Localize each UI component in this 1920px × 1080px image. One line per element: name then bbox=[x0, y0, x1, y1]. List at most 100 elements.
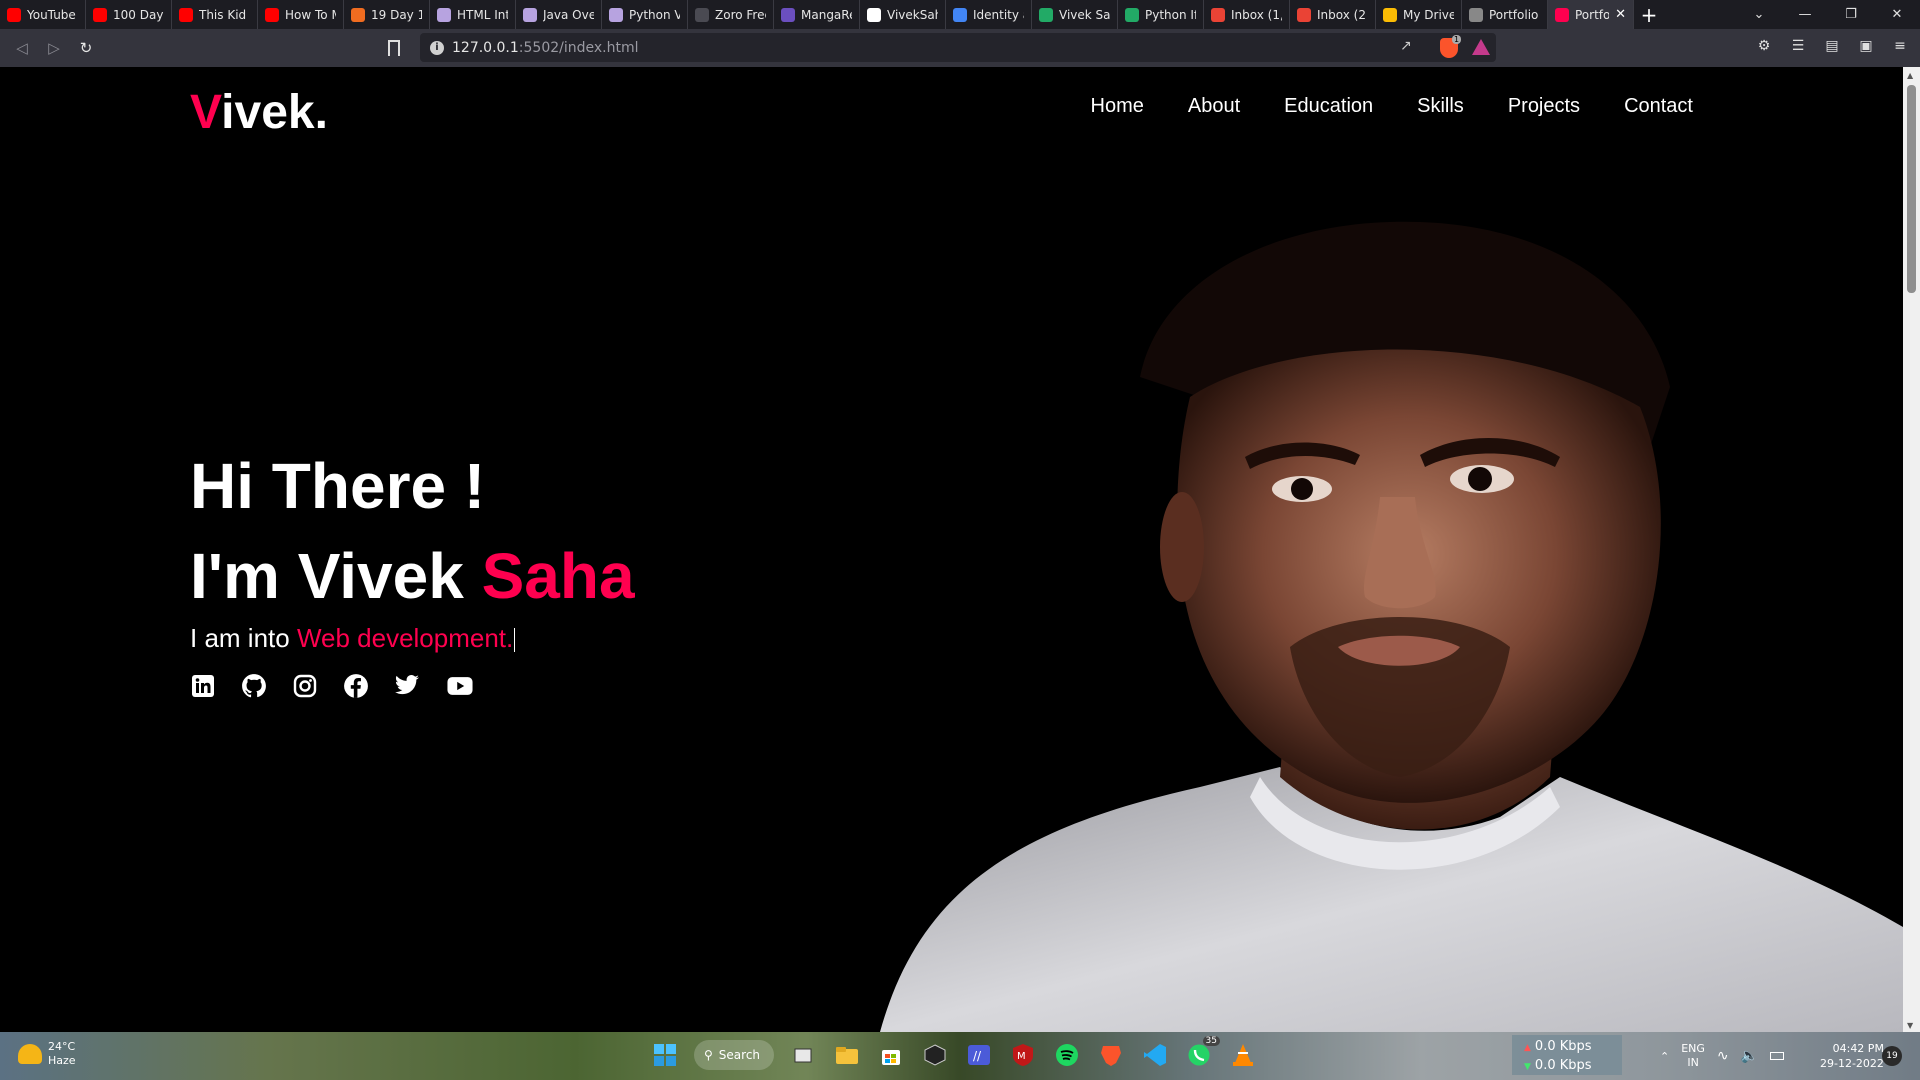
mindluster-icon bbox=[1125, 7, 1139, 22]
start-icon[interactable] bbox=[650, 1038, 680, 1072]
browser-tab[interactable]: VivekSah bbox=[860, 0, 946, 29]
file-explorer-icon[interactable] bbox=[832, 1038, 862, 1072]
whatsapp-icon[interactable]: 35 bbox=[1184, 1036, 1220, 1072]
globe-icon bbox=[523, 7, 537, 22]
social-links bbox=[190, 673, 498, 699]
volume-icon[interactable]: 🔈 bbox=[1741, 1048, 1758, 1064]
youtube-icon bbox=[179, 7, 193, 22]
browser-tab[interactable]: Vivek Sah bbox=[1032, 0, 1118, 29]
nav-home[interactable]: Home bbox=[1091, 95, 1144, 118]
close-window-button[interactable]: ✕ bbox=[1874, 0, 1920, 29]
system-tray: ⌃ ENG IN ∿ 🔈 bbox=[1660, 1042, 1785, 1070]
close-tab-icon[interactable]: ✕ bbox=[1615, 7, 1626, 22]
lang-code: ENG bbox=[1681, 1042, 1705, 1055]
extensions-icon[interactable]: ⚙ bbox=[1754, 36, 1774, 56]
task-view-icon[interactable] bbox=[788, 1038, 818, 1072]
nav-skills[interactable]: Skills bbox=[1417, 95, 1464, 118]
search-label: Search bbox=[718, 1048, 761, 1062]
brave-browser-icon[interactable] bbox=[1096, 1038, 1126, 1072]
nav-education[interactable]: Education bbox=[1284, 95, 1373, 118]
browser-tab[interactable]: YouTube bbox=[0, 0, 86, 29]
net-down: 0.0 Kbps bbox=[1534, 1058, 1592, 1073]
tab-title: Java Over bbox=[543, 7, 594, 22]
browser-tab[interactable]: Python V bbox=[602, 0, 688, 29]
sidebar-icon[interactable]: ▤ bbox=[1822, 36, 1842, 56]
nav-about[interactable]: About bbox=[1188, 95, 1240, 118]
tab-title: 19 Day 1! bbox=[371, 7, 422, 22]
site-logo[interactable]: Vivek. bbox=[190, 85, 328, 140]
brave-shields-count: 1 bbox=[1452, 35, 1462, 44]
mcafee-icon[interactable]: M bbox=[1008, 1038, 1038, 1072]
browser-tab[interactable]: How To M bbox=[258, 0, 344, 29]
share-icon[interactable]: ↗ bbox=[1400, 38, 1412, 54]
browser-tab[interactable]: Python If bbox=[1118, 0, 1204, 29]
youtube-icon[interactable] bbox=[447, 673, 473, 699]
address-bar[interactable]: i 127.0.0.1:5502/index.html bbox=[420, 33, 1496, 62]
bookmark-icon[interactable] bbox=[388, 40, 400, 56]
browser-tab[interactable]: My Drive bbox=[1376, 0, 1462, 29]
browser-tab[interactable]: 100 Days bbox=[86, 0, 172, 29]
tab-title: Python V bbox=[629, 7, 680, 22]
taskbar-search[interactable]: ⚲ Search bbox=[694, 1040, 774, 1070]
scrollbar-thumb[interactable] bbox=[1907, 85, 1916, 293]
browser-tab[interactable]: 19 Day 1! bbox=[344, 0, 430, 29]
browser-tab[interactable]: Java Over bbox=[516, 0, 602, 29]
browser-tab[interactable]: This Kid F bbox=[172, 0, 258, 29]
browser-tab[interactable]: Inbox (2 bbox=[1290, 0, 1376, 29]
browser-tab[interactable]: Identity a bbox=[946, 0, 1032, 29]
notification-badge[interactable]: 19 bbox=[1882, 1046, 1902, 1066]
browser-tab[interactable]: Zoro Free bbox=[688, 0, 774, 29]
gmail-icon bbox=[1297, 7, 1311, 22]
brave-rewards-icon[interactable] bbox=[1472, 39, 1490, 55]
back-button[interactable]: ◁ bbox=[6, 32, 38, 64]
spotify-icon[interactable] bbox=[1052, 1038, 1082, 1072]
google-cloud-icon bbox=[953, 7, 967, 22]
typing-value: Web development. bbox=[296, 623, 514, 653]
taskbar-apps: ⚲ Search // M 35 bbox=[650, 1036, 1258, 1072]
instagram-icon[interactable] bbox=[292, 673, 318, 699]
typing-prefix: I am into bbox=[190, 623, 297, 653]
language-indicator[interactable]: ENG IN bbox=[1681, 1042, 1705, 1070]
minimize-button[interactable]: — bbox=[1782, 0, 1828, 29]
facebook-icon[interactable] bbox=[343, 673, 369, 699]
forward-button[interactable]: ▷ bbox=[38, 32, 70, 64]
browser-tab[interactable]: Portfo ✕ bbox=[1548, 0, 1634, 29]
twitter-icon[interactable] bbox=[394, 673, 420, 699]
zoro-icon bbox=[695, 7, 709, 22]
hero-greeting: Hi There ! bbox=[190, 450, 486, 522]
vscode-icon[interactable] bbox=[1140, 1038, 1170, 1072]
wallet-icon[interactable]: ▣ bbox=[1856, 36, 1876, 56]
weather-widget[interactable]: 24°C Haze bbox=[18, 1040, 76, 1068]
address-host: 127.0.0.1 bbox=[452, 39, 519, 56]
browser-tab[interactable]: Inbox (1, bbox=[1204, 0, 1290, 29]
browser-tab[interactable]: MangaRe bbox=[774, 0, 860, 29]
vlc-icon[interactable] bbox=[1228, 1038, 1258, 1072]
system-clock[interactable]: 04:42 PM 29-12-2022 bbox=[1820, 1041, 1884, 1071]
nav-projects[interactable]: Projects bbox=[1508, 95, 1580, 118]
scroll-down-icon[interactable]: ▼ bbox=[1907, 1021, 1913, 1030]
tab-search-icon[interactable]: ⌄ bbox=[1736, 0, 1782, 29]
onenote-icon[interactable]: // bbox=[964, 1038, 994, 1072]
store-icon[interactable] bbox=[876, 1038, 906, 1072]
playlist-icon[interactable]: ☰ bbox=[1788, 36, 1808, 56]
window-controls: ⌄ — ❐ ✕ bbox=[1736, 0, 1920, 29]
browser-tab[interactable]: HTML Int bbox=[430, 0, 516, 29]
reload-button[interactable]: ↻ bbox=[70, 32, 102, 64]
browser-tab[interactable]: Portfolio bbox=[1462, 0, 1548, 29]
tray-overflow-icon[interactable]: ⌃ bbox=[1660, 1050, 1669, 1063]
wifi-icon[interactable]: ∿ bbox=[1717, 1048, 1729, 1064]
restore-button[interactable]: ❐ bbox=[1828, 0, 1874, 29]
battery-icon[interactable] bbox=[1770, 1052, 1785, 1060]
menu-icon[interactable]: ≡ bbox=[1890, 36, 1910, 56]
scroll-up-icon[interactable]: ▲ bbox=[1907, 71, 1913, 80]
new-tab-button[interactable]: + bbox=[1634, 3, 1664, 27]
tab-title: YouTube bbox=[27, 7, 76, 22]
profile-photo bbox=[860, 127, 1903, 1032]
page-scrollbar[interactable]: ▲ ▼ bbox=[1903, 67, 1920, 1032]
github-icon[interactable] bbox=[241, 673, 267, 699]
nav-contact[interactable]: Contact bbox=[1624, 95, 1693, 118]
site-info-icon[interactable]: i bbox=[430, 40, 444, 55]
tab-title: Zoro Free bbox=[715, 7, 766, 22]
linkedin-icon[interactable] bbox=[190, 673, 216, 699]
unity-icon[interactable] bbox=[920, 1038, 950, 1072]
